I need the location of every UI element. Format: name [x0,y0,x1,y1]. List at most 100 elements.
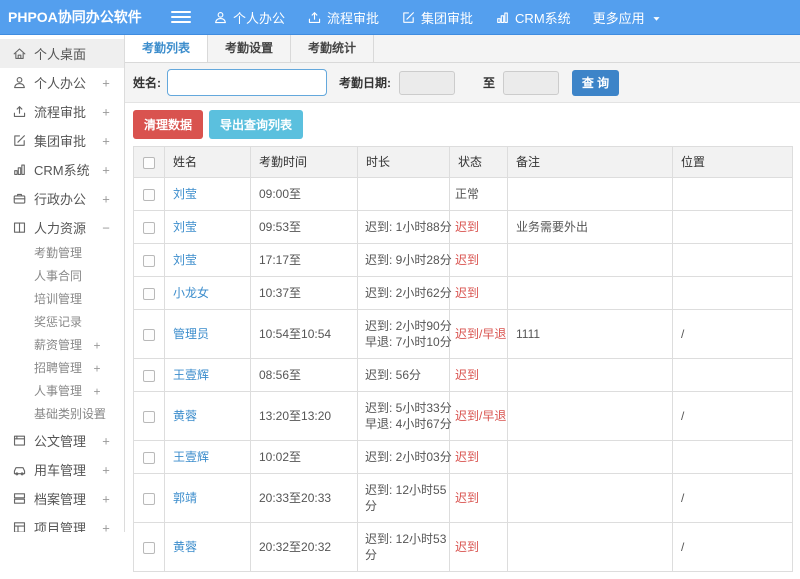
row-checkbox[interactable] [143,221,155,234]
employee-link[interactable]: 刘莹 [173,187,197,201]
expand-toggle[interactable]: − [100,220,112,235]
row-checkbox[interactable] [143,369,155,382]
nav-item[interactable]: 更多应用 [593,8,663,27]
employee-link[interactable]: 王壹辉 [173,368,209,382]
status-text: 迟到 [455,220,480,234]
expand-toggle[interactable]: + [100,462,112,477]
sidebar-subitem[interactable]: 人事管理 + [0,380,124,403]
sidebar-subitem[interactable]: 薪资管理 + [0,334,124,357]
attendance-time-cell: 10:02至 [250,440,358,474]
clean-data-button[interactable]: 清理数据 [133,110,204,139]
column-header: 状态 [449,146,508,178]
employee-link[interactable]: 王壹辉 [173,450,209,464]
employee-link[interactable]: 黄蓉 [173,540,197,554]
tab-attendance-list[interactable]: 考勤列表 [125,35,209,62]
nav-item[interactable]: 个人办公 [213,8,285,27]
duration-cell: 迟到: 2小时03分 [357,440,452,474]
status-text: 迟到 [455,540,480,554]
table-row: 郭靖 20:33至20:33 迟到: 12小时55分 迟到 / [133,473,793,523]
row-checkbox[interactable] [143,328,155,341]
top-header: PHPOA协同办公软件 个人办公 流程审批 集团审批 CRM系统 更多应用 [0,0,800,35]
sidebar-subitem[interactable]: 培训管理 [0,288,124,311]
expand-toggle[interactable]: + [100,75,112,90]
remark-cell [507,440,673,474]
row-checkbox[interactable] [143,188,155,201]
sidebar-item[interactable]: 个人办公 + [0,68,124,97]
status-cell: 迟到/早退 [449,309,508,359]
row-checkbox[interactable] [143,492,155,505]
duration-line: 迟到: 5小时33分 [365,401,452,415]
expand-toggle[interactable]: + [100,520,112,532]
expand-toggle[interactable]: + [91,334,103,357]
sidebar-item[interactable]: 人力资源 − [0,213,124,242]
table-row: 王壹辉 08:56至 迟到: 56分 迟到 [133,358,793,392]
expand-toggle[interactable]: + [100,191,112,206]
export-list-button[interactable]: 导出查询列表 [209,110,304,139]
sidebar-item-label: 集团审批 [34,134,87,149]
expand-toggle[interactable]: + [91,357,103,380]
nav-item-label: 集团审批 [421,10,474,26]
nav-item[interactable]: CRM系统 [495,8,571,27]
employee-link[interactable]: 刘莹 [173,253,197,267]
attendance-time-cell: 08:56至 [250,358,358,392]
sidebar-subitem[interactable]: 人事合同 [0,265,124,288]
row-checkbox[interactable] [143,451,155,464]
name-input[interactable] [167,69,327,96]
attendance-time-cell: 20:32至20:32 [250,522,358,572]
expand-toggle[interactable]: + [100,104,112,119]
row-checkbox[interactable] [143,287,155,300]
duration-cell: 迟到: 9小时28分 [357,243,452,277]
duration-line: 迟到: 12小时53分 [365,532,447,562]
sidebar-item[interactable]: 档案管理 + [0,484,124,513]
nav-item[interactable]: 流程审批 [307,8,379,27]
employee-link[interactable]: 郭靖 [173,491,197,505]
expand-toggle[interactable]: + [100,433,112,448]
sidebar-subitem[interactable]: 考勤管理 [0,242,124,265]
select-all-checkbox[interactable] [143,156,155,169]
search-button[interactable]: 查 询 [572,69,620,96]
tab-attendance-settings[interactable]: 考勤设置 [208,35,292,62]
sidebar-subitem[interactable]: 奖惩记录 [0,311,124,334]
row-checkbox[interactable] [143,254,155,267]
attendance-time-cell: 10:37至 [250,276,358,310]
sidebar-item-label: 公文管理 [34,434,87,449]
date-to-input[interactable] [503,70,560,95]
sidebar-item[interactable]: 个人桌面 [0,39,124,68]
sidebar-item[interactable]: 用车管理 + [0,455,124,484]
nav-item-label: CRM系统 [515,10,571,26]
employee-link[interactable]: 小龙女 [173,286,209,300]
row-checkbox[interactable] [143,541,155,554]
attendance-time-cell: 09:53至 [250,210,358,244]
date-to-label: 至 [483,76,496,90]
sidebar-item[interactable]: 行政办公 + [0,184,124,213]
expand-toggle[interactable]: + [100,133,112,148]
sidebar-item[interactable]: 项目管理 + [0,513,124,532]
content-area: 清理数据 导出查询列表 姓名 考勤时间 时长 状态 备注 位置 刘莹 09:00至 正常 刘莹 09… [125,103,800,579]
employee-link[interactable]: 黄蓉 [173,409,197,423]
sidebar-subitem-label: 薪资管理 [34,338,83,352]
attendance-table: 姓名 考勤时间 时长 状态 备注 位置 刘莹 09:00至 正常 刘莹 09:53至 迟到: 1小时8… [133,146,793,572]
expand-toggle[interactable]: + [91,403,103,426]
remark-cell [507,243,673,277]
tab-attendance-stats[interactable]: 考勤统计 [291,35,375,62]
nav-item[interactable]: 集团审批 [401,8,473,27]
status-cell: 迟到 [449,276,508,310]
expand-toggle[interactable]: + [100,491,112,506]
row-checkbox[interactable] [143,410,155,423]
expand-toggle[interactable]: + [91,380,103,403]
sidebar-item[interactable]: 集团审批 + [0,126,124,155]
sidebar-item-label: 流程审批 [34,105,87,120]
edit-icon [403,11,414,23]
remark-cell [507,391,673,441]
sidebar-item[interactable]: 流程审批 + [0,97,124,126]
sidebar-item[interactable]: 公文管理 + [0,426,124,455]
sidebar-item[interactable]: CRM系统 + [0,155,124,184]
expand-toggle[interactable]: + [100,162,112,177]
sidebar-item-label: 行政办公 [34,192,87,207]
sidebar-subitem[interactable]: 基础类别设置 + [0,403,124,426]
employee-link[interactable]: 管理员 [173,327,209,341]
sidebar-subitem[interactable]: 招聘管理 + [0,357,124,380]
date-from-input[interactable] [399,70,455,95]
employee-link[interactable]: 刘莹 [173,220,197,234]
menu-toggle-icon[interactable] [171,8,191,26]
